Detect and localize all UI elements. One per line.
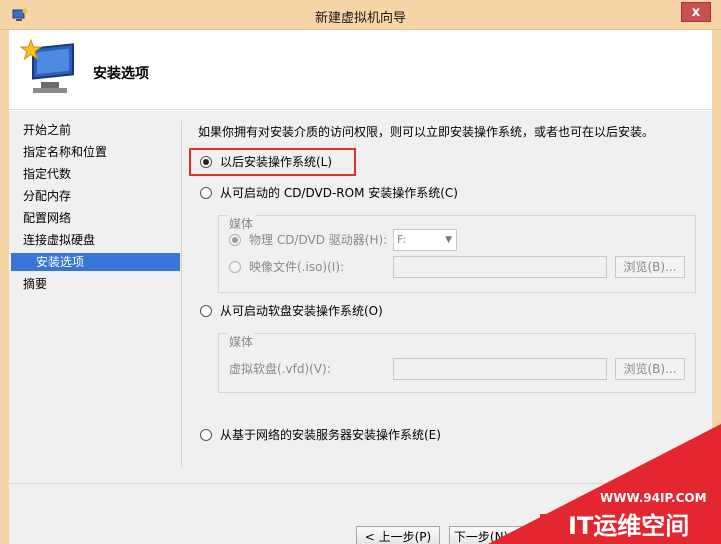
iso-file-row[interactable]: 映像文件(.iso)(I): [229, 257, 344, 277]
nav-item-network[interactable]: 配置网络 [23, 209, 71, 227]
floppy-media-group: 媒体 虚拟软盘(.vfd)(V): 浏览(B)... [218, 333, 696, 393]
close-button[interactable]: x [681, 2, 711, 22]
radio-physical-drive[interactable] [229, 234, 241, 246]
iso-path-input[interactable] [393, 256, 607, 278]
nav-item-summary[interactable]: 摘要 [23, 275, 47, 293]
prev-button[interactable]: < 上一步(P) [356, 526, 440, 544]
description-text: 如果你拥有对安装介质的访问权限，则可以立即安装操作系统，或者也可在以后安装。 [198, 125, 655, 139]
watermark-brand: IT运维空间 [568, 512, 689, 540]
nav-item-generation[interactable]: 指定代数 [23, 165, 71, 183]
watermark-logo: WWW.94IP.COM IT运维空间 [488, 424, 721, 544]
vfd-path-input[interactable] [393, 358, 607, 380]
radio-install-later[interactable] [200, 156, 212, 168]
radio-install-network[interactable] [200, 429, 212, 441]
option-install-network-label: 从基于网络的安装服务器安装操作系统(E) [220, 428, 441, 442]
step-nav: 开始之前 指定名称和位置 指定代数 分配内存 配置网络 连接虚拟硬盘 安装选项 … [9, 111, 182, 471]
floppy-media-legend: 媒体 [227, 333, 256, 350]
radio-iso-file[interactable] [229, 261, 241, 273]
nav-item-before-begin[interactable]: 开始之前 [23, 121, 71, 139]
wizard-computer-star-icon [19, 38, 74, 93]
drive-select-value: F: [397, 233, 407, 246]
physical-drive-row[interactable]: 物理 CD/DVD 驱动器(H): [229, 230, 387, 250]
vfd-row: 虚拟软盘(.vfd)(V): [229, 359, 331, 379]
vfd-label: 虚拟软盘(.vfd)(V): [229, 362, 331, 376]
chevron-down-icon: ▼ [445, 235, 452, 245]
watermark-url: WWW.94IP.COM [600, 491, 707, 505]
window-title: 新建虚拟机向导 [314, 11, 406, 26]
page-title: 安装选项 [93, 66, 149, 82]
cd-media-group: 媒体 物理 CD/DVD 驱动器(H): F: ▼ 映像文件(.iso)(I): [218, 215, 696, 293]
iso-file-label: 映像文件(.iso)(I): [249, 260, 345, 274]
vfd-browse-button[interactable]: 浏览(B)... [615, 358, 685, 380]
radio-install-cd[interactable] [200, 187, 212, 199]
option-install-network[interactable]: 从基于网络的安装服务器安装操作系统(E) [200, 426, 441, 444]
option-install-later[interactable]: 以后安装操作系统(L) [200, 153, 332, 171]
iso-browse-button[interactable]: 浏览(B)... [615, 256, 685, 278]
radio-install-floppy[interactable] [200, 305, 212, 317]
nav-item-memory[interactable]: 分配内存 [23, 187, 71, 205]
option-install-floppy-label: 从可启动软盘安装操作系统(O) [220, 304, 383, 318]
option-install-later-label: 以后安装操作系统(L) [220, 155, 333, 169]
option-install-floppy[interactable]: 从可启动软盘安装操作系统(O) [200, 302, 383, 320]
wizard-window: 新建虚拟机向导 x 安装选项 开始之前 指定名称和位置 指定代数 分配内存 配置… [0, 0, 721, 544]
nav-item-install-options[interactable]: 安装选项 [11, 253, 180, 271]
drive-select[interactable]: F: ▼ [393, 229, 457, 251]
title-bar[interactable]: 新建虚拟机向导 x [0, 0, 721, 30]
physical-drive-label: 物理 CD/DVD 驱动器(H): [249, 233, 388, 247]
nav-item-virtual-disk[interactable]: 连接虚拟硬盘 [23, 231, 95, 249]
option-install-cd-label: 从可启动的 CD/DVD-ROM 安装操作系统(C) [220, 186, 458, 200]
wizard-header: 安装选项 [9, 30, 712, 110]
option-install-cd[interactable]: 从可启动的 CD/DVD-ROM 安装操作系统(C) [200, 184, 458, 202]
nav-item-name-location[interactable]: 指定名称和位置 [23, 143, 107, 161]
